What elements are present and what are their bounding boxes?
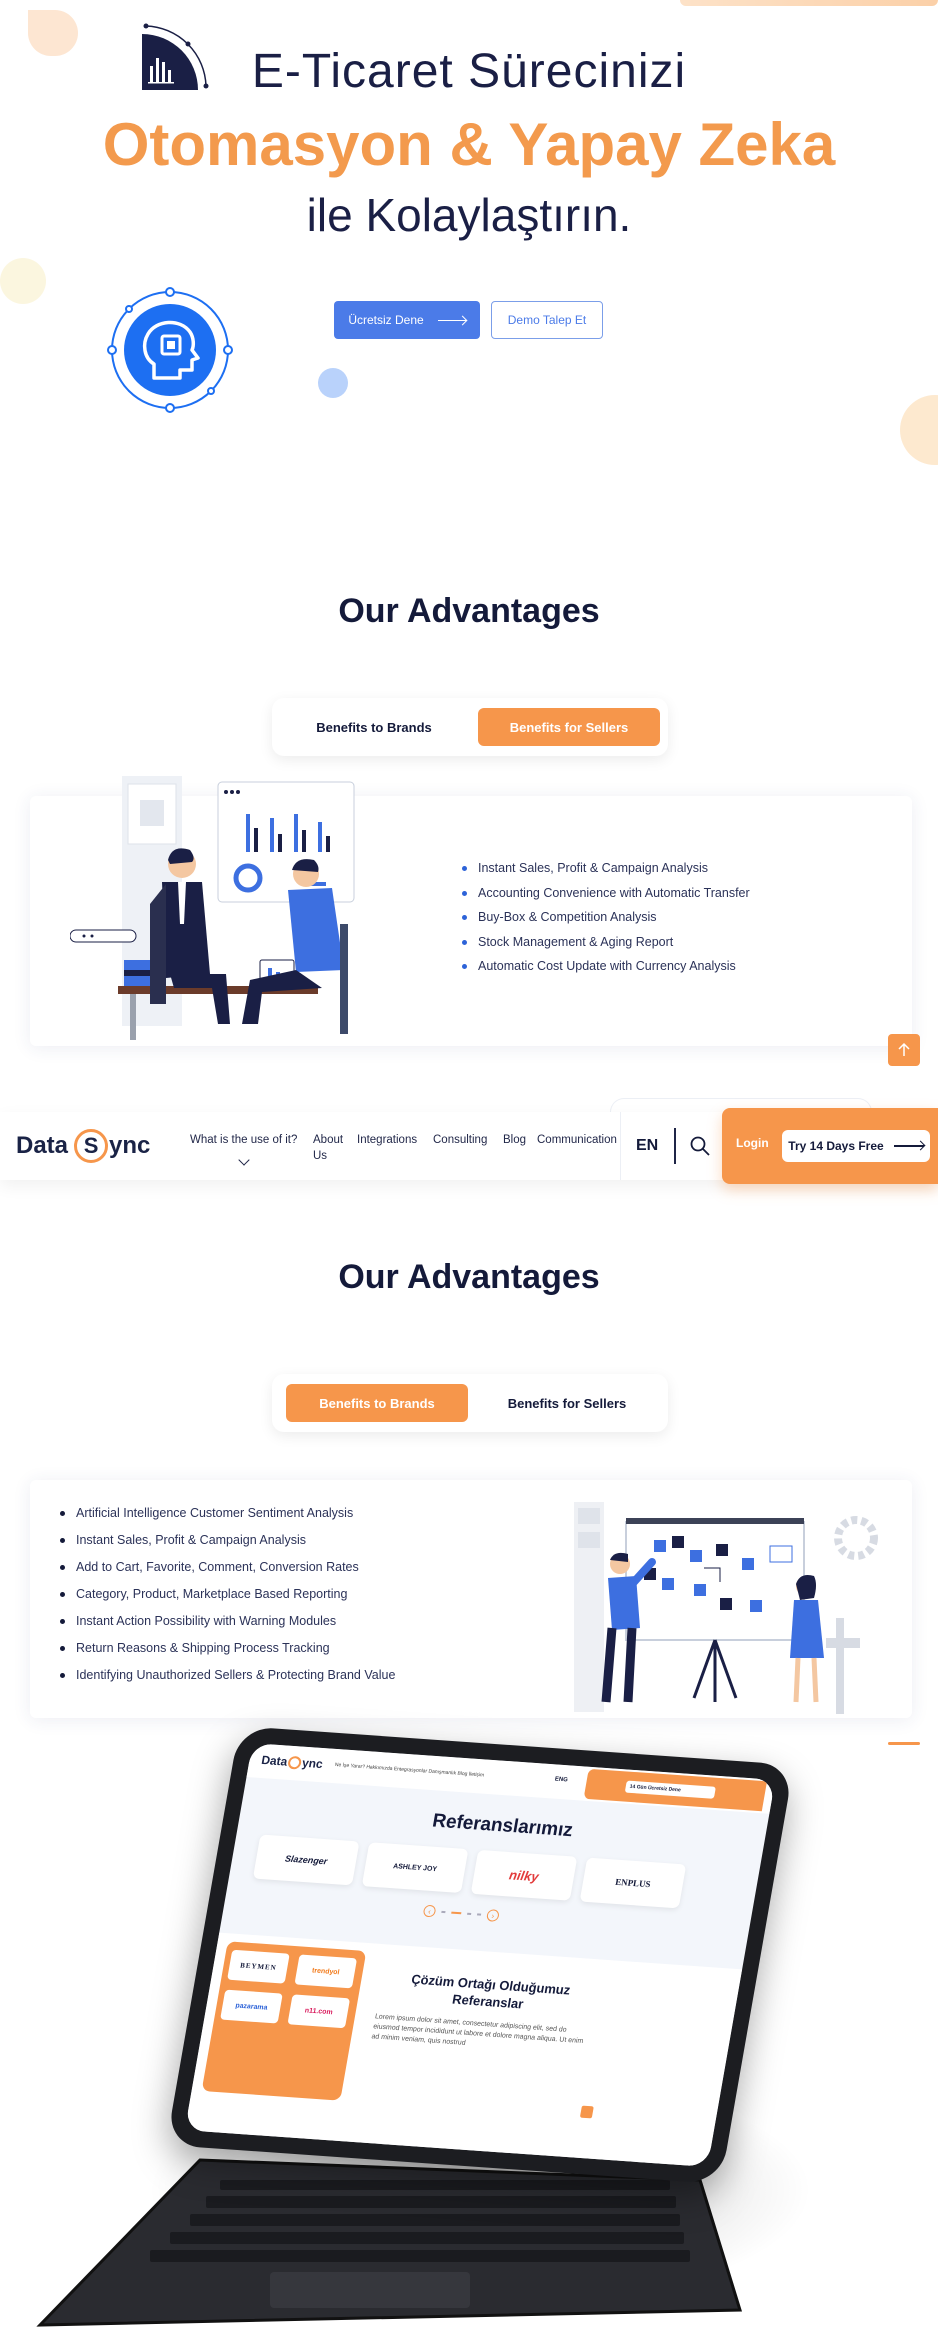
partner-logo: trendyol	[294, 1954, 358, 1989]
list-item: Instant Sales, Profit & Campaign Analysi…	[60, 1527, 395, 1554]
ai-brain-icon	[107, 287, 233, 413]
nav-item-consulting[interactable]: Consulting	[433, 1132, 487, 1148]
demo-request-button[interactable]: Demo Talep Et	[491, 301, 603, 339]
hero-top-accent	[680, 0, 938, 6]
tab-benefits-to-brands[interactable]: Benefits to Brands	[283, 708, 465, 746]
nav-item-what-is-it[interactable]: What is the use of it?	[190, 1132, 297, 1148]
chevron-down-icon[interactable]	[238, 1154, 250, 1166]
main-navbar: Data S ync What is the use of it? About …	[0, 1108, 938, 1184]
decor-blob	[0, 258, 46, 304]
list-item: Automatic Cost Update with Currency Anal…	[462, 954, 750, 979]
sellers-benefits-list: Instant Sales, Profit & Campaign Analysi…	[462, 856, 750, 979]
brand-logo[interactable]: Data S ync	[16, 1129, 150, 1163]
partner-logo: BEYMEN	[227, 1949, 290, 1984]
nav-item-about[interactable]: About Us	[313, 1132, 343, 1164]
advantages-tabs: Benefits to Brands Benefits for Sellers	[272, 698, 668, 756]
divider	[674, 1128, 676, 1164]
free-trial-label: Ücretsiz Dene	[348, 313, 424, 327]
tablet-language: ENG	[554, 1776, 569, 1784]
tab-benefits-for-sellers[interactable]: Benefits for Sellers	[476, 1384, 658, 1422]
pager-dot-active	[451, 1911, 462, 1915]
hero-heading-line1: E-Ticaret Sürecinizi	[251, 45, 687, 98]
try-free-button[interactable]: Try 14 Days Free	[782, 1130, 930, 1162]
list-item: Buy-Box & Competition Analysis	[462, 905, 750, 930]
advantages-tabs: Benefits to Brands Benefits for Sellers	[272, 1374, 668, 1432]
decor-blob	[900, 395, 938, 465]
advantages-title: Our Advantages	[338, 592, 600, 630]
reference-logo: nilky	[470, 1849, 578, 1901]
list-item: Return Reasons & Shipping Process Tracki…	[60, 1635, 395, 1662]
tablet-brand-logo: Data ync	[260, 1753, 324, 1772]
pager-dot	[476, 1913, 482, 1916]
tablet-screen: Data ync Ne İşe Yarar? Hakkımızda Entegra…	[184, 1743, 776, 2167]
arrow-up-icon	[898, 1042, 910, 1056]
divider	[620, 1112, 621, 1180]
tablet-scroll-top	[579, 2105, 594, 2119]
list-item: Accounting Convenience with Automatic Tr…	[462, 881, 750, 906]
nav-item-about-line1: About	[313, 1134, 344, 1146]
reference-logo: ENPLUS	[579, 1857, 687, 1909]
nav-item-blog[interactable]: Blog	[503, 1132, 526, 1148]
try-free-label: Try 14 Days Free	[788, 1139, 884, 1153]
brand-mark: S	[74, 1129, 109, 1163]
brand-suffix: ync	[109, 1132, 151, 1159]
tablet-cta-label: 14 Gün Ücretsiz Dene	[624, 1780, 716, 1799]
reference-logo: ASHLEY JOY	[361, 1842, 469, 1894]
search-icon[interactable]	[688, 1134, 712, 1158]
tablet-device: Data ync Ne İşe Yarar? Hakkımızda Entegra…	[166, 1725, 794, 2185]
partner-logos: BEYMEN trendyol pazarama n11.com	[201, 1941, 367, 2101]
tablet-brand-prefix: Data	[260, 1752, 289, 1769]
references-pager: ‹ ›	[422, 1904, 500, 1922]
scroll-to-top-button[interactable]	[888, 1034, 920, 1066]
login-button[interactable]: Login	[736, 1136, 769, 1150]
accent-dash	[888, 1742, 920, 1745]
tab-benefits-for-sellers[interactable]: Benefits for Sellers	[478, 708, 660, 746]
brand-mark	[287, 1756, 303, 1770]
free-trial-button[interactable]: Ücretsiz Dene	[334, 301, 480, 339]
hero-heading-highlight: Otomasyon & Yapay Zeka	[102, 111, 836, 178]
list-item: Category, Product, Marketplace Based Rep…	[60, 1581, 395, 1608]
reference-logo: Slazenger	[252, 1834, 360, 1886]
decor-blob	[318, 368, 348, 398]
tablet-cta: 14 Gün Ücretsiz Dene	[583, 1768, 768, 1812]
business-meeting-illustration: 50	[70, 776, 355, 1040]
team-board-illustration	[574, 1502, 878, 1714]
tab-benefits-to-brands[interactable]: Benefits to Brands	[286, 1384, 468, 1422]
brand-prefix: Data	[16, 1132, 69, 1159]
sellers-benefits-card: 50 Instant Sales, Profit & Campaign Anal…	[30, 776, 912, 1046]
tablet-brand-suffix: ync	[300, 1755, 324, 1772]
partner-logo: n11.com	[287, 1994, 351, 2029]
list-item: Artificial Intelligence Customer Sentime…	[60, 1500, 395, 1527]
arrow-right-icon	[437, 319, 466, 321]
tablet-menu: Ne İşe Yarar? Hakkımızda Entegrasyonlar …	[334, 1762, 485, 1779]
nav-item-integrations[interactable]: Integrations	[357, 1132, 417, 1148]
arrow-right-icon	[893, 1145, 924, 1147]
advantages-title: Our Advantages	[338, 1258, 600, 1296]
list-item: Identifying Unauthorized Sellers & Prote…	[60, 1662, 395, 1689]
hero-section: E-Ticaret Sürecinizi Otomasyon & Yapay Z…	[0, 0, 938, 545]
hero-heading-line3: ile Kolaylaştırın.	[306, 189, 632, 241]
chevron-left-icon: ‹	[422, 1904, 437, 1918]
brands-benefits-card: Artificial Intelligence Customer Sentime…	[30, 1480, 912, 1718]
list-item: Stock Management & Aging Report	[462, 930, 750, 955]
list-item: Add to Cart, Favorite, Comment, Conversi…	[60, 1554, 395, 1581]
chevron-right-icon: ›	[485, 1909, 500, 1922]
partner-logo: pazarama	[220, 1989, 283, 2024]
pager-dot	[467, 1912, 472, 1915]
nav-cta-area: Login Try 14 Days Free	[722, 1108, 938, 1184]
language-selector[interactable]: EN	[636, 1137, 658, 1155]
list-item: Instant Action Possibility with Warning …	[60, 1608, 395, 1635]
nav-item-communication[interactable]: Communication	[537, 1132, 617, 1148]
brands-benefits-list: Artificial Intelligence Customer Sentime…	[60, 1500, 395, 1689]
pager-dot	[441, 1910, 446, 1914]
nav-item-about-line2: Us	[313, 1150, 328, 1162]
list-item: Instant Sales, Profit & Campaign Analysi…	[462, 856, 750, 881]
